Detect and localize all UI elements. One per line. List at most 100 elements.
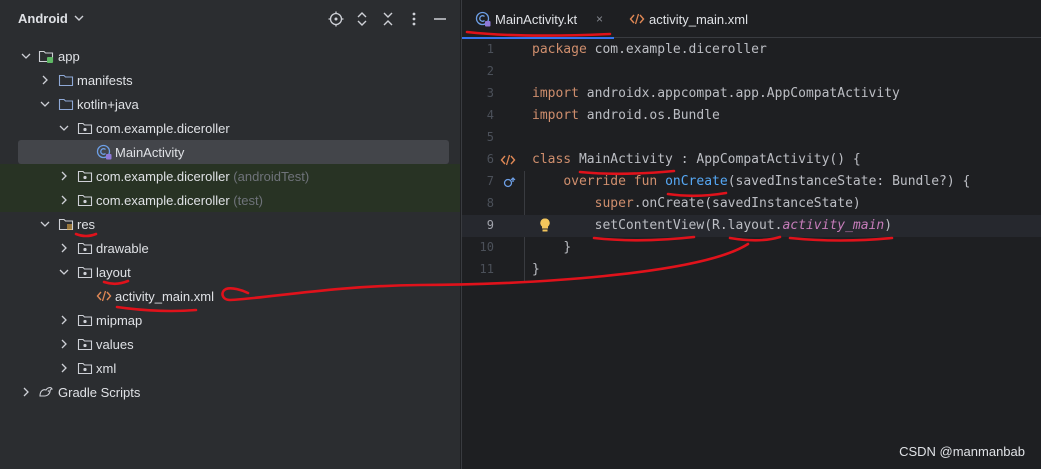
code-line[interactable]: 2 bbox=[462, 61, 1041, 83]
line-number: 8 bbox=[486, 196, 494, 210]
line-number: 11 bbox=[479, 262, 494, 276]
tree-item-label: mipmap bbox=[96, 313, 143, 328]
package-icon bbox=[77, 266, 93, 279]
minimize-icon[interactable] bbox=[432, 11, 448, 27]
line-number: 2 bbox=[486, 64, 494, 78]
tree-item-manifests[interactable]: manifests bbox=[0, 68, 460, 92]
override-method-icon[interactable] bbox=[502, 176, 516, 190]
editor-tab-bar: MainActivity.kt × activity_main.xml bbox=[462, 0, 1041, 39]
tree-item-res[interactable]: res bbox=[0, 212, 460, 236]
chevron-right-icon[interactable] bbox=[59, 195, 69, 205]
tree-item-gradle-scripts[interactable]: Gradle Scripts bbox=[0, 380, 460, 404]
chevron-down-icon[interactable] bbox=[40, 99, 50, 109]
tree-item-drawable[interactable]: drawable bbox=[0, 236, 460, 260]
tree-item-label: com.example.diceroller (test) bbox=[96, 193, 263, 208]
xml-file-icon[interactable] bbox=[500, 152, 516, 168]
code-area[interactable]: 1 package com.example.diceroller 2 3 imp… bbox=[462, 39, 1041, 469]
code-line[interactable]: 3 import androidx.appcompat.app.AppCompa… bbox=[462, 83, 1041, 105]
code-line[interactable]: 11 } bbox=[462, 259, 1041, 281]
package-icon bbox=[77, 242, 93, 255]
code-line[interactable]: 5 bbox=[462, 127, 1041, 149]
tree-item-package-android-test[interactable]: com.example.diceroller (androidTest) bbox=[0, 164, 460, 188]
code-text: override fun onCreate(savedInstanceState… bbox=[563, 174, 971, 189]
code-line[interactable]: 7 override fun onCreate(savedInstanceSta… bbox=[462, 171, 1041, 193]
project-tool-window: Android app manifests kotlin+java com.ex… bbox=[0, 0, 460, 469]
resource-folder-icon bbox=[58, 218, 74, 231]
package-icon bbox=[77, 338, 93, 351]
line-number: 6 bbox=[486, 152, 494, 166]
line-number: 5 bbox=[486, 130, 494, 144]
collapse-all-icon[interactable] bbox=[380, 11, 396, 27]
tree-item-main-activity[interactable]: MainActivity bbox=[0, 140, 460, 164]
package-icon bbox=[77, 122, 93, 135]
chevron-down-icon[interactable] bbox=[40, 219, 50, 229]
code-text: import androidx.appcompat.app.AppCompatA… bbox=[532, 86, 900, 101]
chevron-right-icon[interactable] bbox=[59, 315, 69, 325]
folder-icon bbox=[58, 98, 74, 111]
chevron-down-icon[interactable] bbox=[21, 51, 31, 61]
tree-item-app[interactable]: app bbox=[0, 44, 460, 68]
tree-item-label: app bbox=[58, 49, 80, 64]
tree-item-label: MainActivity bbox=[115, 145, 185, 160]
code-text: } bbox=[563, 240, 572, 255]
package-icon bbox=[77, 362, 93, 375]
chevron-down-icon[interactable] bbox=[74, 13, 84, 23]
expand-collapse-icon[interactable] bbox=[354, 11, 370, 27]
package-icon bbox=[77, 314, 93, 327]
selection-highlight bbox=[18, 140, 449, 164]
tree-item-xml[interactable]: xml bbox=[0, 356, 460, 380]
watermark-text: CSDN @manmanbab bbox=[899, 444, 1025, 459]
module-folder-icon bbox=[38, 50, 54, 63]
tab-label: activity_main.xml bbox=[649, 12, 748, 27]
tree-item-kotlin-java[interactable]: kotlin+java bbox=[0, 92, 460, 116]
tree-item-mipmap[interactable]: mipmap bbox=[0, 308, 460, 332]
tab-main-activity-kt[interactable]: MainActivity.kt × bbox=[462, 0, 614, 39]
project-view-selector[interactable]: Android bbox=[18, 11, 68, 26]
chevron-down-icon[interactable] bbox=[59, 267, 69, 277]
line-number: 10 bbox=[479, 240, 494, 254]
code-line[interactable]: 8 super.onCreate(savedInstanceState) bbox=[462, 193, 1041, 215]
tree-item-label: Gradle Scripts bbox=[58, 385, 141, 400]
code-text: package com.example.diceroller bbox=[532, 42, 767, 57]
tree-item-label: res bbox=[77, 217, 96, 232]
tab-activity-main-xml[interactable]: activity_main.xml bbox=[626, 0, 766, 38]
tree-item-values[interactable]: values bbox=[0, 332, 460, 356]
package-icon bbox=[77, 170, 93, 183]
chevron-right-icon[interactable] bbox=[59, 363, 69, 373]
chevron-right-icon[interactable] bbox=[40, 75, 50, 85]
close-tab-icon[interactable]: × bbox=[596, 12, 603, 26]
tree-item-layout[interactable]: layout bbox=[0, 260, 460, 284]
line-number: 4 bbox=[486, 108, 494, 122]
locate-target-icon[interactable] bbox=[328, 11, 344, 27]
tree-item-label: values bbox=[96, 337, 134, 352]
xml-file-icon bbox=[629, 13, 645, 25]
code-line[interactable]: 1 package com.example.diceroller bbox=[462, 39, 1041, 61]
code-editor: MainActivity.kt × activity_main.xml 1 pa… bbox=[461, 0, 1041, 469]
tree-item-suffix: (androidTest) bbox=[233, 169, 310, 184]
tree-item-label: com.example.diceroller bbox=[96, 121, 230, 136]
code-line[interactable]: 10 } bbox=[462, 237, 1041, 259]
code-text: setContentView(R.layout.activity_main) bbox=[594, 218, 893, 233]
tree-item-label: xml bbox=[96, 361, 117, 376]
chevron-right-icon[interactable] bbox=[21, 387, 31, 397]
tree-item-label: drawable bbox=[96, 241, 149, 256]
code-line[interactable]: 6 class MainActivity : AppCompatActivity… bbox=[462, 149, 1041, 171]
chevron-right-icon[interactable] bbox=[59, 339, 69, 349]
chevron-right-icon[interactable] bbox=[59, 171, 69, 181]
code-line-current[interactable]: 9 setContentView(R.layout.activity_main) bbox=[462, 215, 1041, 237]
chevron-right-icon[interactable] bbox=[59, 243, 69, 253]
tree-item-suffix: (test) bbox=[233, 193, 263, 208]
project-tree: app manifests kotlin+java com.example.di… bbox=[0, 44, 460, 404]
chevron-down-icon[interactable] bbox=[59, 123, 69, 133]
code-text: class MainActivity : AppCompatActivity()… bbox=[532, 152, 861, 167]
kotlin-class-icon bbox=[96, 144, 112, 160]
tree-item-activity-main-xml[interactable]: activity_main.xml bbox=[0, 284, 460, 308]
code-line[interactable]: 4 import android.os.Bundle bbox=[462, 105, 1041, 127]
more-options-icon[interactable] bbox=[406, 11, 422, 27]
tree-item-label: kotlin+java bbox=[77, 97, 139, 112]
tree-item-package-main[interactable]: com.example.diceroller bbox=[0, 116, 460, 140]
tree-item-package-test[interactable]: com.example.diceroller (test) bbox=[0, 188, 460, 212]
package-icon bbox=[77, 194, 93, 207]
line-number: 9 bbox=[486, 218, 494, 232]
tree-item-label: manifests bbox=[77, 73, 133, 88]
